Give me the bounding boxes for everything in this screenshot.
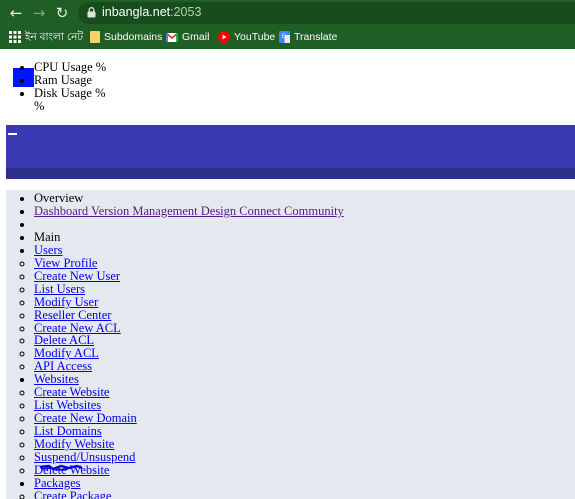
bookmark-gmail[interactable]: Gmail (166, 30, 209, 45)
menu-empty-item (34, 218, 344, 231)
websites-link[interactable]: Websites (34, 372, 79, 386)
users-submenu: View Profile Create New User List Users … (34, 256, 344, 374)
sidebar-menu: Overview Dashboard Version Management De… (34, 192, 344, 499)
youtube-icon (218, 31, 230, 44)
back-arrow-icon[interactable]: ← (6, 3, 26, 23)
page-content: CPU Usage % Ram Usage Disk Usage % % Ove… (0, 49, 575, 499)
packages-submenu: Create Package (34, 489, 344, 499)
nav-links-link[interactable]: Dashboard Version Management Design Conn… (34, 204, 344, 218)
translate-icon: G (279, 31, 290, 44)
bookmark-youtube[interactable]: YouTube (218, 30, 275, 45)
menu-packages[interactable]: Packages Create Package (34, 476, 344, 499)
usage-extra: % (34, 99, 45, 113)
header-strip (6, 168, 575, 179)
submenu-item-api-access[interactable]: API Access (34, 360, 344, 373)
menu-toggle-icon[interactable] (8, 133, 17, 135)
disk-usage: Disk Usage % (34, 87, 106, 100)
submenu-item-create-package[interactable]: Create Package (34, 489, 344, 499)
menu-websites[interactable]: Websites Create Website List Websites Cr… (34, 373, 344, 477)
apps-grid-icon (9, 31, 21, 44)
usage-stats: CPU Usage % Ram Usage Disk Usage % % (34, 61, 106, 113)
lock-icon (87, 7, 96, 18)
bookmark-inbangla[interactable]: ইন বাংলা নেট (9, 30, 83, 45)
menu-users[interactable]: Users View Profile Create New User List … (34, 243, 344, 374)
bookmark-translate[interactable]: G Translate (279, 30, 337, 45)
bookmark-subdomains[interactable]: Subdomains (90, 30, 162, 45)
header-bar (6, 125, 575, 168)
gmail-icon (166, 32, 178, 42)
bookmarks-bar: ইন বাংলা নেট Subdomains Gmail YouTube G … (0, 26, 575, 49)
forward-arrow-icon[interactable]: → (29, 3, 49, 23)
menu-nav-links[interactable]: Dashboard Version Management Design Conn… (34, 204, 344, 218)
menu-main-heading: Main (34, 230, 344, 244)
reload-icon[interactable]: ↻ (52, 3, 72, 23)
logo-scribble-icon (39, 464, 83, 471)
svg-text:G: G (282, 33, 287, 40)
folder-icon (90, 31, 100, 44)
url-text: inbangla.net:2053 (102, 5, 202, 19)
address-bar[interactable]: inbangla.net:2053 (78, 2, 575, 24)
packages-link[interactable]: Packages (34, 476, 81, 490)
browser-toolbar: ← → ↻ inbangla.net:2053 (0, 0, 575, 26)
users-link[interactable]: Users (34, 243, 62, 257)
